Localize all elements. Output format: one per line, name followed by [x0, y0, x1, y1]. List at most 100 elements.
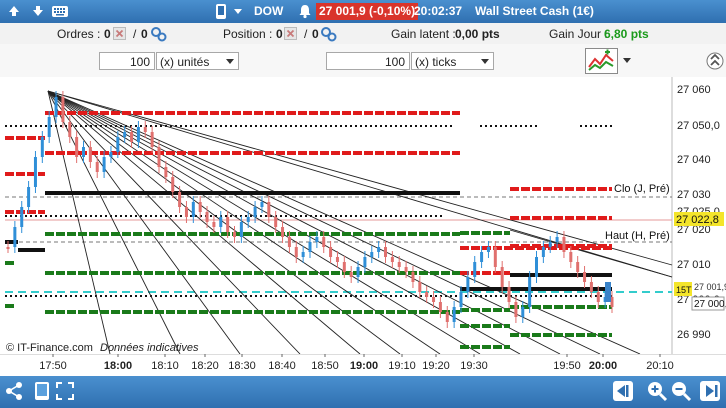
y-axis-label: 26 990: [677, 329, 711, 341]
time-axis-label: 19:20: [422, 360, 450, 372]
candle-body: [6, 247, 10, 249]
position-count-b: 0: [312, 27, 319, 41]
candle-body: [301, 252, 305, 257]
candle-body: [541, 247, 545, 257]
bottom-toolbar: [0, 376, 726, 408]
price-chart[interactable]: 27 060 27 050,0 27 040 27 030 27 025,0 2…: [0, 77, 726, 355]
candle-body: [466, 277, 470, 292]
mobile-device-icon[interactable]: [214, 3, 228, 19]
quantity-unit-label: (x) unités: [160, 55, 210, 69]
current-price-tag-text: 27 022,8: [676, 214, 719, 226]
candle-body: [500, 267, 504, 287]
candle-body: [390, 257, 394, 262]
candle-body: [27, 187, 31, 207]
scroll-back-icon[interactable]: [612, 380, 634, 402]
candle-body: [583, 272, 587, 282]
positions-bar: Ordres : 0 / 0 Position : 0 / 0 Gain lat…: [0, 23, 726, 45]
current-bar-marker: [605, 282, 611, 302]
instrument-dropdown-icon[interactable]: [232, 3, 244, 19]
candle-body: [95, 162, 99, 172]
candle-body: [493, 247, 497, 267]
candle-body: [33, 157, 37, 187]
cursor-price-a: 27 001,9: [694, 282, 726, 292]
candle-body: [20, 207, 24, 227]
candle-body: [452, 307, 456, 322]
screenshot-icon[interactable]: [32, 380, 54, 402]
candle-body: [514, 302, 518, 317]
up-arrow-icon[interactable]: [6, 3, 22, 19]
candle-body: [507, 287, 511, 302]
watermark-site: © IT-Finance.com: [6, 342, 93, 354]
candle-body: [356, 267, 360, 277]
time-axis-label: 18:20: [191, 360, 219, 372]
time-axis-label: 17:50: [39, 360, 67, 372]
time-axis-label: 20:10: [646, 360, 674, 372]
orders-label: Ordres :: [57, 27, 101, 41]
candle-body: [88, 147, 92, 162]
latent-gain-value: 0,00 pts: [455, 27, 500, 41]
ticks-unit-select[interactable]: (x) ticks: [411, 52, 494, 70]
order-input-bar: 100 (x) unités 100 (x) ticks: [0, 44, 726, 78]
candle-body: [171, 177, 175, 192]
prior-close-annotation: Clo (J, Pré): [614, 183, 670, 195]
candle-body: [164, 167, 168, 177]
quantity-input[interactable]: 100: [99, 52, 155, 70]
watermark-note: Données indicatives: [100, 342, 199, 354]
candle-body: [576, 262, 580, 272]
alert-bell-icon[interactable]: [297, 3, 313, 19]
candle-body: [130, 132, 134, 142]
candle-body: [54, 97, 58, 117]
quantity-unit-select[interactable]: (x) unités: [156, 52, 239, 70]
candle-body: [548, 242, 552, 247]
scroll-end-icon[interactable]: [699, 380, 721, 402]
instrument-symbol[interactable]: DOW: [254, 4, 283, 18]
y-axis-label: 27 050,0: [677, 120, 720, 132]
y-axis-label: 27 040: [677, 154, 711, 166]
candle-body: [480, 252, 484, 262]
down-arrow-icon[interactable]: [30, 3, 46, 19]
candle-body: [246, 217, 250, 222]
keyboard-icon[interactable]: [51, 3, 69, 19]
time-axis: 17:50 18:00 18:10 18:20 18:30 18:40 18:50 19:00…: [0, 353, 726, 376]
candle-body: [75, 137, 79, 157]
candle-body: [528, 277, 532, 307]
ticks-input[interactable]: 100: [326, 52, 410, 70]
y-axis-label: 27 030: [677, 189, 711, 201]
orders-count-a: 0: [104, 27, 111, 41]
candle-body: [377, 247, 381, 252]
candle-body: [40, 137, 44, 157]
candle-body: [349, 272, 353, 277]
candle-body: [555, 237, 559, 242]
candle-body: [205, 212, 209, 222]
zoom-out-icon[interactable]: [670, 380, 692, 402]
latent-gain-label: Gain latent :: [391, 27, 456, 41]
fullscreen-icon[interactable]: [54, 380, 76, 402]
candle-body: [384, 247, 387, 257]
candle-body: [102, 157, 106, 172]
lot-size-tag-text: 15T: [676, 285, 692, 295]
close-position-icon[interactable]: [284, 27, 298, 41]
zoom-in-icon[interactable]: [646, 380, 668, 402]
collapse-panel-icon[interactable]: [706, 47, 724, 75]
candle-body: [315, 237, 319, 242]
chevron-down-icon: [226, 59, 234, 64]
position-settings-icon[interactable]: [320, 26, 338, 42]
candle-body: [123, 132, 127, 137]
candle-body: [184, 207, 188, 217]
time-axis-label: 18:00: [104, 360, 132, 372]
candle-body: [82, 147, 85, 157]
chart-canvas[interactable]: 27 060 27 050,0 27 040 27 030 27 025,0 2…: [0, 77, 726, 355]
candle-body: [68, 122, 72, 137]
candle-body: [116, 137, 120, 152]
candle-body: [143, 127, 147, 132]
chevron-down-icon: [481, 59, 489, 64]
share-icon[interactable]: [4, 380, 26, 402]
position-label: Position :: [223, 27, 273, 41]
orders-settings-icon[interactable]: [150, 26, 168, 42]
candle-body: [486, 247, 490, 252]
chart-indicators-icon[interactable]: [584, 47, 634, 75]
position-separator: /: [304, 27, 308, 41]
candle-body: [150, 132, 154, 147]
time-axis-label: 18:10: [151, 360, 179, 372]
close-orders-icon[interactable]: [113, 27, 127, 41]
